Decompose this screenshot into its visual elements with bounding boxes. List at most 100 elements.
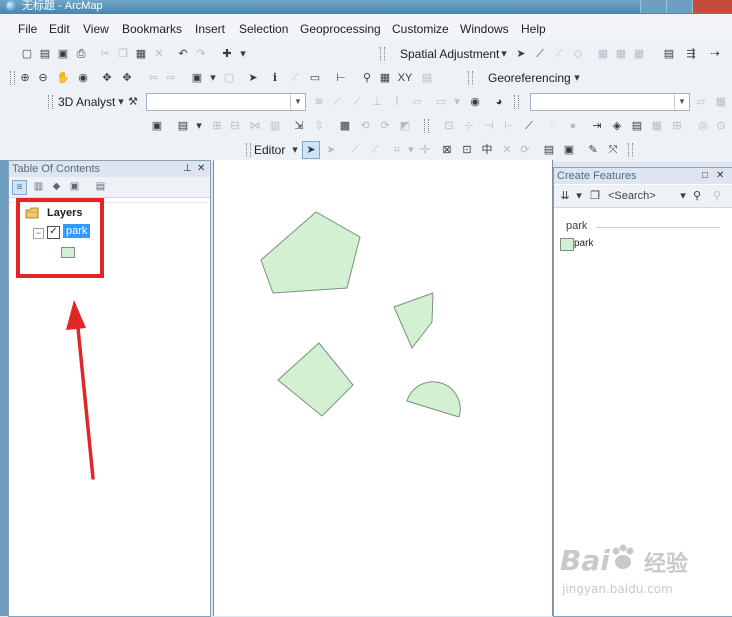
surface-select-combo[interactable]: ▼ xyxy=(530,93,690,111)
go-to-xy-icon[interactable]: XY xyxy=(398,71,413,85)
template-search-input[interactable]: <Search> xyxy=(608,190,656,202)
split-tool-icon[interactable]: ✕ xyxy=(500,143,514,157)
delete-icon[interactable]: ✕ xyxy=(152,47,166,61)
full-extent-globe-icon[interactable]: ◉ xyxy=(76,71,90,85)
arcscene-globe-icon[interactable]: ◉ xyxy=(468,95,482,109)
reset-icon[interactable]: ◎ xyxy=(696,119,710,133)
select-elements-icon[interactable]: ➤ xyxy=(514,47,528,61)
list-by-drawing-order-icon[interactable]: ≡ xyxy=(12,180,27,195)
map-display[interactable] xyxy=(213,160,553,616)
print-icon[interactable]: ⎙ xyxy=(74,47,88,61)
clear-search-icon[interactable]: ⚲ xyxy=(710,189,724,203)
adjustment-preview-icon[interactable]: ⇶ xyxy=(684,47,698,61)
redo-icon[interactable]: ↷ xyxy=(194,47,208,61)
steepest-path-icon[interactable]: ⟋ xyxy=(330,95,344,109)
menu-bookmarks[interactable]: Bookmarks xyxy=(122,22,182,36)
3d-analyst-menu[interactable]: 3D Analyst xyxy=(58,95,115,109)
paste-icon[interactable]: ▦ xyxy=(134,47,148,61)
adjust-icon[interactable]: ⇢ xyxy=(708,47,722,61)
chevron-down-icon[interactable]: ▾ xyxy=(450,95,464,109)
chevron-down-icon[interactable]: ▾ xyxy=(497,47,511,61)
toolbar-grip[interactable] xyxy=(628,143,633,157)
options-icon[interactable]: ⊙ xyxy=(714,119,728,133)
grid2-icon[interactable]: ⊞ xyxy=(670,119,684,133)
line-of-sight-icon[interactable]: ⟋ xyxy=(350,95,364,109)
generalize-icon[interactable]: ◈ xyxy=(610,119,624,133)
toolbar-grip[interactable] xyxy=(424,119,429,133)
list-by-source-icon[interactable]: ▥ xyxy=(32,180,45,193)
select-elements-arrow-icon[interactable]: ➤ xyxy=(246,71,260,85)
chevron-down-icon[interactable]: ▾ xyxy=(206,71,220,85)
toolbar-grip[interactable] xyxy=(468,71,473,85)
add-data-dropdown-icon[interactable]: ▾ xyxy=(236,47,250,61)
toolbar-grip[interactable] xyxy=(10,71,15,85)
editor-menu[interactable]: Editor xyxy=(254,143,285,157)
edit-vertices-tool-icon[interactable]: ⊠ xyxy=(440,143,454,157)
straight-segment-icon[interactable]: ⟋ xyxy=(348,143,362,157)
undo-icon[interactable]: ↶ xyxy=(176,47,190,61)
profile-graph-icon[interactable]: ▭ xyxy=(434,95,448,109)
data-frame-tools-icon[interactable]: ▤ xyxy=(176,119,190,133)
reshape-icon[interactable]: ⟲ xyxy=(358,119,372,133)
menu-customize[interactable]: Customize xyxy=(392,22,449,36)
park-polygon-diamond[interactable] xyxy=(277,342,354,417)
link-table-icon[interactable]: ▦ xyxy=(632,47,646,61)
identify-icon[interactable]: ℹ xyxy=(268,71,282,85)
interpolate-point-icon[interactable]: ⊥ xyxy=(370,95,384,109)
chevron-down-icon[interactable]: ▾ xyxy=(404,143,418,157)
measure-icon[interactable]: ⊢ xyxy=(334,71,348,85)
rotate-icon[interactable]: ⟳ xyxy=(378,119,392,133)
park-template-label[interactable]: park xyxy=(574,238,593,249)
edit-annotation-icon[interactable]: ➤ xyxy=(324,143,338,157)
modify-link-icon[interactable]: ⟋ xyxy=(552,47,566,61)
chevron-down-icon[interactable]: ▾ xyxy=(192,119,206,133)
view-link-table-icon[interactable]: ▤ xyxy=(662,47,676,61)
zoom-in-icon[interactable]: ⊕ xyxy=(18,71,32,85)
trim-icon[interactable]: ⊢ xyxy=(502,119,516,133)
topology-icon[interactable]: ⊡ xyxy=(442,119,456,133)
clear-selection-icon[interactable]: ▢ xyxy=(222,71,236,85)
menu-view[interactable]: View xyxy=(83,22,109,36)
organize-templates-icon[interactable]: ⇊ xyxy=(558,189,572,203)
point-icon[interactable]: ✢ xyxy=(418,143,432,157)
save-icon[interactable]: ▣ xyxy=(56,47,70,61)
menu-file[interactable]: File xyxy=(18,22,37,36)
grid-icon[interactable]: ▦ xyxy=(650,119,664,133)
spatial-adjustment-menu[interactable]: Spatial Adjustment xyxy=(400,47,499,61)
limit-adjust-icon[interactable]: ▦ xyxy=(596,47,610,61)
toolbar-grip[interactable] xyxy=(246,143,251,157)
interpolate-line-icon[interactable]: ⌇ xyxy=(390,95,404,109)
georeferencing-menu[interactable]: Georeferencing xyxy=(488,71,571,85)
chevron-down-icon[interactable]: ▼ xyxy=(290,94,305,110)
close-panel-icon[interactable]: ✕ xyxy=(197,161,205,177)
select-region-icon[interactable]: ▩ xyxy=(338,119,352,133)
reshape-feature-icon[interactable]: ⊡ xyxy=(460,143,474,157)
menu-help[interactable]: Help xyxy=(521,22,546,36)
list-by-visibility-icon[interactable]: ◆ xyxy=(50,180,63,193)
open-icon[interactable]: ▤ xyxy=(38,47,52,61)
surface-tool-icon[interactable]: ▦ xyxy=(714,95,728,109)
find-route-icon[interactable]: ▦ xyxy=(378,71,392,85)
park-template-swatch[interactable] xyxy=(560,238,574,251)
zoom-out-icon[interactable]: ⊖ xyxy=(36,71,50,85)
maximize-panel-icon[interactable]: □ xyxy=(702,168,708,184)
menu-edit[interactable]: Edit xyxy=(49,22,70,36)
interpolate-polygon-icon[interactable]: ▱ xyxy=(410,95,424,109)
html-popup-icon[interactable]: ▭ xyxy=(308,71,322,85)
chevron-down-icon[interactable]: ▾ xyxy=(570,71,584,85)
arcglobe-icon[interactable]: ◕ xyxy=(492,95,506,109)
menu-insert[interactable]: Insert xyxy=(195,22,225,36)
hammer-icon[interactable]: ⚒ xyxy=(126,95,140,109)
circle-tool-icon[interactable]: ◌ xyxy=(546,119,560,133)
chevron-down-icon[interactable]: ▾ xyxy=(572,189,586,203)
end-point-arc-icon[interactable]: ⟋ xyxy=(368,143,382,157)
toolbar-grip[interactable] xyxy=(48,95,53,109)
list-by-selection-icon[interactable]: ▣ xyxy=(68,180,81,193)
close-panel-icon[interactable]: ✕ xyxy=(716,168,724,184)
new-displacement-link-icon[interactable]: ⟋ xyxy=(533,47,547,61)
minimize-button[interactable] xyxy=(640,0,667,13)
edit-vertices-icon[interactable]: ◩ xyxy=(398,119,412,133)
select-features-icon[interactable]: ▣ xyxy=(190,71,204,85)
options-icon[interactable]: ▤ xyxy=(94,180,107,193)
time-slider-icon[interactable]: ▤ xyxy=(420,71,434,85)
